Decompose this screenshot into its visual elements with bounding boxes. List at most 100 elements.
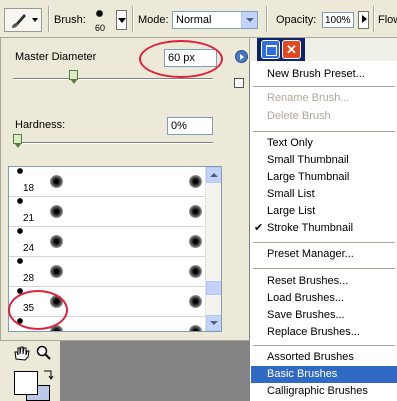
opacity-input[interactable]: 100%	[322, 12, 354, 28]
menu-item-rename-brush[interactable]: Rename Brush...	[251, 90, 397, 107]
menu-item-large-list[interactable]: Large List	[251, 203, 397, 220]
menu-item-load-brushes[interactable]: Load Brushes...	[251, 290, 397, 307]
menu-item-label: Text Only	[267, 137, 313, 149]
stroke-start-icon	[50, 265, 63, 278]
menu-item-large-thumbnail[interactable]: Large Thumbnail	[251, 169, 397, 186]
menu-item-reset-brushes[interactable]: Reset Brushes...	[251, 273, 397, 290]
menu-item-save-brushes[interactable]: Save Brushes...	[251, 307, 397, 324]
annotation-circle-preset-35	[8, 290, 68, 330]
brush-preset-size: 18	[23, 183, 35, 194]
master-diameter-slider-thumb[interactable]	[69, 70, 78, 84]
brush-tool-icon	[12, 14, 26, 28]
hand-tool-icon[interactable]	[12, 345, 30, 361]
separator	[266, 6, 268, 32]
hardness-slider-thumb[interactable]	[13, 134, 22, 148]
menu-separator	[253, 86, 395, 87]
flow-label: Flow	[378, 14, 397, 26]
brush-preset-row[interactable]: 21	[9, 197, 205, 227]
menu-item-label: Large Thumbnail	[267, 171, 350, 183]
menu-item-label: Small Thumbnail	[267, 154, 349, 166]
vertical-scrollbar[interactable]	[205, 167, 221, 331]
menu-item-delete-brush[interactable]: Delete Brush	[251, 108, 397, 125]
mode-select[interactable]: Normal	[172, 11, 258, 29]
brush-label: Brush:	[54, 14, 86, 26]
brush-preset-size: 28	[23, 273, 35, 284]
menu-item-label: Reset Brushes...	[267, 275, 349, 287]
options-bar: Brush: 60 Mode: Normal Opacity: 100% Flo…	[0, 0, 397, 38]
menu-item-text-only[interactable]: Text Only	[251, 135, 397, 152]
stroke-end-icon	[189, 265, 202, 278]
stroke-start-icon	[50, 205, 63, 218]
menu-item-calligraphic-brushes[interactable]: Calligraphic Brushes	[251, 383, 397, 400]
close-button[interactable]: ✕	[282, 40, 301, 59]
menu-item-small-list[interactable]: Small List	[251, 186, 397, 203]
brush-picker-dropdown[interactable]	[116, 10, 127, 30]
tools-palette	[0, 341, 60, 401]
menu-separator	[253, 242, 395, 243]
brush-tip-small-icon	[17, 258, 23, 264]
mode-label: Mode:	[138, 14, 169, 26]
foreground-color-swatch[interactable]	[14, 371, 38, 395]
menu-item-label: Rename Brush...	[267, 92, 350, 104]
brush-preset-size: 24	[23, 243, 35, 254]
menu-item-replace-brushes[interactable]: Replace Brushes...	[251, 324, 397, 341]
hardness-input[interactable]: 0%	[167, 117, 213, 135]
menu-item-label: Large List	[267, 205, 316, 217]
menu-separator	[253, 345, 395, 346]
brush-preview[interactable]: 60	[88, 6, 112, 34]
menu-item-label: Delete Brush	[267, 110, 331, 122]
menu-item-stroke-thumbnail[interactable]: ✔ Stroke Thumbnail	[251, 220, 397, 237]
menu-item-assorted-brushes[interactable]: Assorted Brushes	[251, 349, 397, 366]
menu-item-label: New Brush Preset...	[267, 68, 365, 80]
chevron-down-icon	[241, 12, 257, 28]
canvas-background	[60, 341, 249, 401]
chevron-down-icon	[32, 18, 38, 22]
stroke-end-icon	[189, 175, 202, 188]
brush-size: 60	[95, 23, 106, 33]
brush-panel-context-menu: New Brush Preset... Rename Brush... Delete…	[249, 61, 397, 401]
brush-tip-small-icon	[17, 168, 23, 174]
annotation-circle-diameter	[139, 40, 223, 78]
brush-preset-size: 21	[23, 213, 35, 224]
scroll-thumb[interactable]	[206, 281, 221, 295]
stroke-end-icon	[189, 295, 202, 308]
brush-preset-row[interactable]: 24	[9, 227, 205, 257]
menu-separator	[253, 268, 395, 269]
brush-preset-row[interactable]: 18	[9, 167, 205, 197]
menu-item-small-thumbnail[interactable]: Small Thumbnail	[251, 152, 397, 169]
stroke-end-icon	[189, 325, 202, 331]
menu-item-label: Calligraphic Brushes	[267, 385, 368, 397]
separator	[132, 6, 134, 32]
new-preset-icon[interactable]	[234, 78, 244, 88]
menu-item-label: Assorted Brushes	[267, 351, 354, 363]
separator	[48, 6, 50, 32]
master-diameter-label: Master Diameter	[15, 51, 97, 63]
brush-tip-small-icon	[17, 198, 23, 204]
opacity-label: Opacity:	[276, 14, 317, 26]
menu-item-label: Basic Brushes	[267, 368, 338, 380]
menu-item-label: Preset Manager...	[267, 248, 354, 260]
menu-item-label: Save Brushes...	[267, 309, 345, 321]
brush-preset-row[interactable]: 28	[9, 257, 205, 287]
stroke-end-icon	[189, 205, 202, 218]
menu-separator	[253, 131, 395, 132]
hardness-slider[interactable]	[13, 142, 213, 144]
stroke-end-icon	[189, 235, 202, 248]
menu-item-preset-manager[interactable]: Preset Manager...	[251, 246, 397, 263]
master-diameter-slider[interactable]	[13, 78, 213, 80]
menu-item-new-brush-preset[interactable]: New Brush Preset...	[251, 66, 397, 83]
menu-item-label: Small List	[267, 188, 315, 200]
tool-preset-picker[interactable]	[4, 8, 42, 32]
brush-tip-icon	[96, 10, 103, 17]
window-controls: ✕	[257, 38, 305, 61]
hardness-label: Hardness:	[15, 119, 66, 131]
menu-item-label: Load Brushes...	[267, 292, 345, 304]
opacity-slider-button[interactable]	[358, 11, 369, 29]
scroll-up-button[interactable]	[206, 167, 221, 183]
swap-colors-icon[interactable]	[42, 369, 54, 381]
maximize-button[interactable]	[261, 40, 280, 59]
panel-menu-button[interactable]	[235, 50, 248, 63]
zoom-tool-icon[interactable]	[36, 345, 52, 361]
menu-item-basic-brushes[interactable]: Basic Brushes	[251, 366, 397, 383]
scroll-down-button[interactable]	[206, 315, 221, 331]
